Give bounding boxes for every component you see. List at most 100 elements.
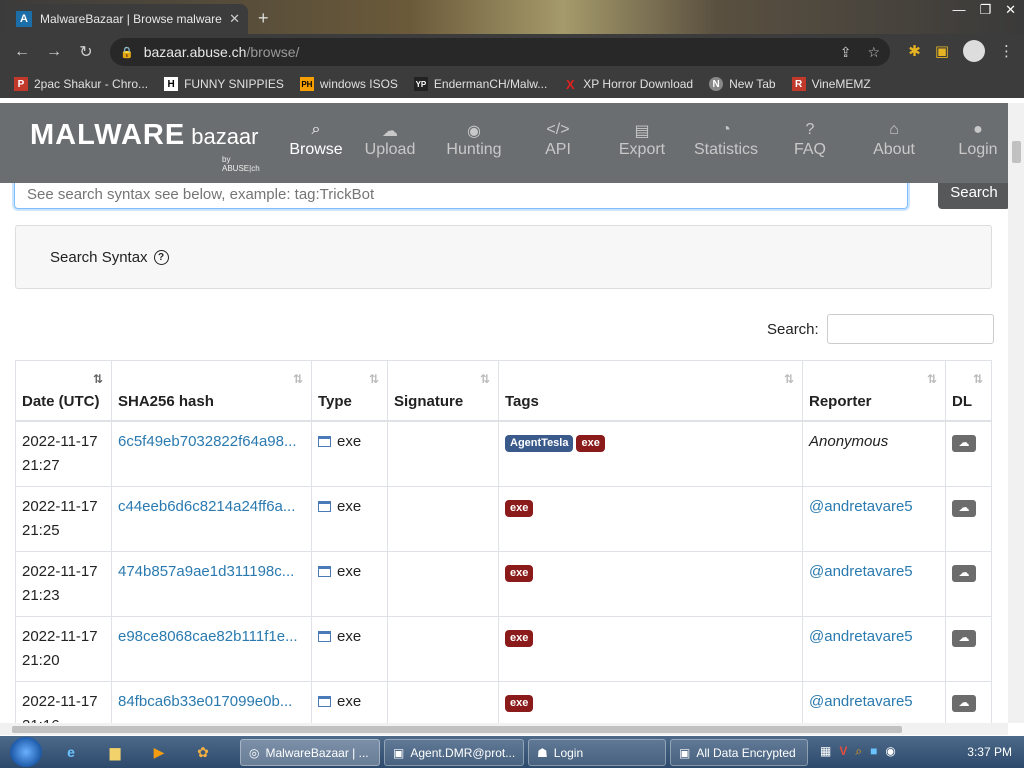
col-hash[interactable]: SHA256 hash ⇅ bbox=[111, 360, 312, 422]
nav-export[interactable]: ▤ Export bbox=[600, 121, 684, 159]
col-tags[interactable]: Tags ⇅ bbox=[498, 360, 803, 422]
tag-badge[interactable]: exe bbox=[505, 564, 534, 582]
nav-faq[interactable]: ? FAQ bbox=[768, 121, 852, 159]
samples-table: Date (UTC) ⇅ SHA256 hash ⇅ Type ⇅ Signature… bbox=[15, 360, 992, 723]
cell-tags: exe bbox=[498, 485, 803, 552]
hash-link[interactable]: e98ce8068cae82b111f1e... bbox=[118, 628, 298, 645]
date-text: 2022-11-17 bbox=[22, 432, 98, 450]
sort-icon: ⇅ bbox=[783, 372, 794, 386]
browser-tab[interactable]: A MalwareBazaar | Browse malware ✕ bbox=[8, 4, 248, 34]
download-cloud-icon[interactable]: ☁ bbox=[952, 694, 976, 712]
tray-app-icon[interactable]: ▦ bbox=[820, 744, 831, 759]
taskbar-task[interactable]: ☗ Login bbox=[528, 739, 666, 766]
bookmark-item[interactable]: X XP Horror Download bbox=[563, 77, 693, 92]
download-cloud-icon[interactable]: ☁ bbox=[952, 629, 976, 647]
nav-browse[interactable]: ⌕ Browse bbox=[284, 121, 348, 159]
nav-login[interactable]: ● Login bbox=[936, 121, 1008, 159]
cell-reporter[interactable]: @andretavare5 bbox=[802, 680, 946, 723]
hash-link[interactable]: 6c5f49eb7032822f64a98... bbox=[118, 433, 297, 450]
tag-badge[interactable]: exe bbox=[505, 694, 534, 712]
media-player-icon[interactable]: ▶ bbox=[144, 739, 174, 765]
table-search-input[interactable] bbox=[826, 314, 994, 344]
bookmark-item[interactable]: H FUNNY SNIPPIES bbox=[164, 77, 284, 91]
tag-badge[interactable]: exe bbox=[505, 499, 534, 517]
side-panel-icon[interactable]: ▣ bbox=[935, 42, 949, 60]
cell-reporter[interactable]: @andretavare5 bbox=[802, 550, 946, 617]
clock[interactable]: 3:37 PM bbox=[967, 745, 1012, 759]
tray-v-icon[interactable]: V bbox=[839, 744, 847, 759]
scroll-thumb[interactable] bbox=[12, 726, 902, 733]
col-date-label: Date (UTC) bbox=[22, 392, 100, 410]
reload-icon[interactable]: ↻ bbox=[70, 42, 102, 62]
col-date[interactable]: Date (UTC) ⇅ bbox=[15, 360, 112, 422]
time-text: 21:23 bbox=[22, 586, 60, 604]
nav-hunting[interactable]: ◉ Hunting bbox=[432, 121, 516, 159]
scroll-thumb[interactable] bbox=[1012, 141, 1021, 163]
nav-upload[interactable]: ☁ Upload bbox=[348, 121, 432, 159]
hash-link[interactable]: 84fbca6b33e017099e0b... bbox=[118, 693, 292, 710]
tag-badge[interactable]: exe bbox=[505, 629, 534, 647]
tab-title: MalwareBazaar | Browse malware bbox=[40, 12, 222, 26]
bookmark-item[interactable]: R VineMEMZ bbox=[791, 77, 871, 91]
taskbar-task[interactable]: ▣ Agent.DMR@prot... bbox=[384, 739, 524, 766]
cell-signature bbox=[387, 615, 499, 682]
download-cloud-icon[interactable]: ☁ bbox=[952, 564, 976, 582]
download-cloud-icon[interactable]: ☁ bbox=[952, 434, 976, 452]
cell-signature bbox=[387, 420, 499, 487]
bookmark-label: New Tab bbox=[729, 77, 776, 91]
col-signature[interactable]: Signature ⇅ bbox=[387, 360, 499, 422]
tag-badge[interactable]: exe bbox=[576, 434, 605, 452]
share-icon[interactable]: ⇪ bbox=[840, 44, 852, 61]
profile-avatar[interactable] bbox=[963, 40, 985, 62]
minimize-icon[interactable]: — bbox=[952, 2, 965, 18]
cell-reporter[interactable]: @andretavare5 bbox=[802, 615, 946, 682]
tray-volume-icon[interactable]: ◉ bbox=[885, 744, 895, 759]
close-tab-icon[interactable]: ✕ bbox=[229, 11, 240, 27]
download-cloud-icon[interactable]: ☁ bbox=[952, 499, 976, 517]
app-icon[interactable]: ✿ bbox=[188, 739, 218, 765]
horizontal-scrollbar[interactable] bbox=[0, 723, 1008, 735]
url-path: /browse/ bbox=[246, 44, 300, 60]
new-tab-icon[interactable]: + bbox=[258, 8, 269, 29]
search-syntax-panel[interactable]: Search Syntax ? bbox=[15, 225, 992, 289]
window-icon bbox=[318, 500, 331, 512]
col-dl[interactable]: DL ⇅ bbox=[945, 360, 992, 422]
bookmark-item[interactable]: YP EndermanCH/Malw... bbox=[413, 77, 547, 91]
nav-api[interactable]: </> API bbox=[516, 121, 600, 159]
bookmark-item[interactable]: P 2pac Shakur - Chro... bbox=[14, 77, 148, 91]
folder-icon[interactable]: ▆ bbox=[100, 739, 130, 765]
search-input[interactable] bbox=[14, 179, 908, 209]
nav-about[interactable]: ⌂ About bbox=[852, 121, 936, 159]
task-label: Login bbox=[553, 745, 584, 760]
col-reporter[interactable]: Reporter ⇅ bbox=[802, 360, 946, 422]
nav-statistics[interactable]: ◔ Statistics bbox=[684, 121, 768, 159]
address-bar[interactable]: 🔒 bazaar.abuse.ch/browse/ ⇪ ☆ bbox=[110, 38, 890, 66]
start-button[interactable] bbox=[10, 737, 42, 767]
bookmark-item[interactable]: PH windows ISOS bbox=[299, 77, 398, 91]
cell-type: exe bbox=[311, 550, 388, 617]
hash-link[interactable]: c44eeb6d6c8214a24ff6a... bbox=[118, 498, 295, 515]
taskbar-task[interactable]: ▣ All Data Encrypted bbox=[670, 739, 808, 766]
bookmark-item[interactable]: N New Tab bbox=[709, 77, 776, 91]
cell-reporter[interactable]: @andretavare5 bbox=[802, 485, 946, 552]
tag-badge[interactable]: AgentTesla bbox=[505, 434, 574, 452]
bookmark-star-icon[interactable]: ☆ bbox=[867, 44, 880, 61]
hash-link[interactable]: 474b857a9ae1d311198c... bbox=[118, 563, 294, 580]
forward-icon[interactable]: → bbox=[38, 43, 70, 61]
maximize-icon[interactable]: ❐ bbox=[979, 2, 991, 18]
taskbar-task[interactable]: ◎ MalwareBazaar | ... bbox=[240, 739, 380, 766]
internet-explorer-icon[interactable]: e bbox=[56, 739, 86, 765]
nav-label: Hunting bbox=[446, 141, 502, 158]
extensions-puzzle-icon[interactable]: ✱ bbox=[908, 42, 921, 60]
table-header-row: Date (UTC) ⇅ SHA256 hash ⇅ Type ⇅ Signature… bbox=[15, 360, 992, 422]
malware-bazaar-logo[interactable]: MALWARE bazaar by ABUSE|ch bbox=[30, 119, 260, 173]
menu-kebab-icon[interactable]: ⋮ bbox=[999, 42, 1014, 60]
close-window-icon[interactable]: ✕ bbox=[1005, 2, 1016, 18]
col-type[interactable]: Type ⇅ bbox=[311, 360, 388, 422]
cell-type: exe bbox=[311, 485, 388, 552]
vertical-scrollbar[interactable] bbox=[1008, 103, 1024, 723]
back-icon[interactable]: ← bbox=[6, 43, 38, 61]
tray-monitor-icon[interactable]: ■ bbox=[870, 744, 877, 759]
bookmarks-bar: P 2pac Shakur - Chro... H FUNNY SNIPPIES P… bbox=[0, 70, 1024, 98]
tray-search-icon[interactable]: ⌕ bbox=[855, 744, 862, 759]
